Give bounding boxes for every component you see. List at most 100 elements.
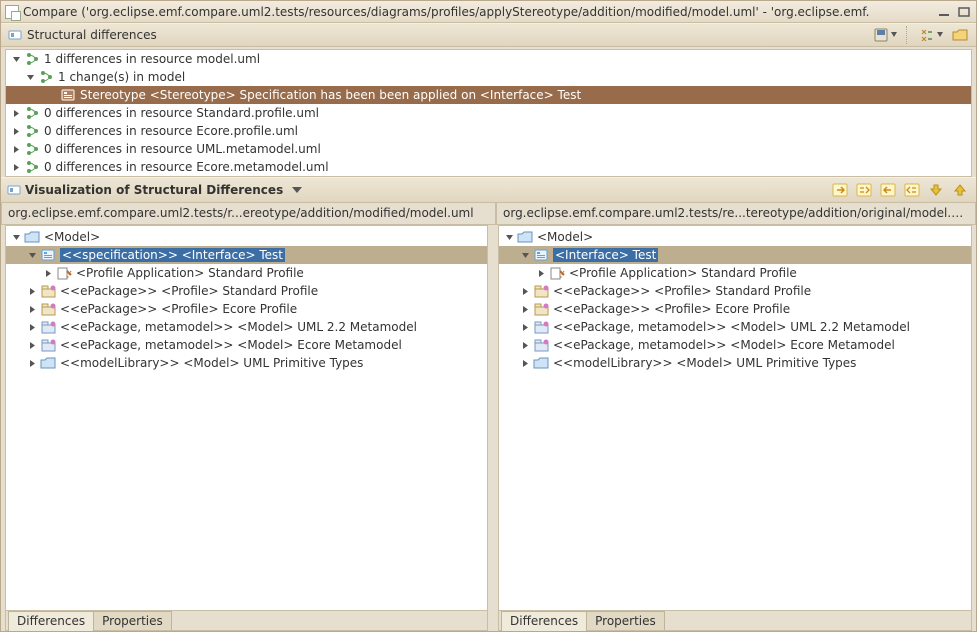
interface-icon <box>40 248 56 262</box>
model-tree-row[interactable]: <Model> <box>499 228 971 246</box>
diff-row[interactable]: 0 differences in resource UML.metamodel.… <box>6 140 971 158</box>
twisty-collapsed-icon[interactable] <box>10 143 22 155</box>
model-tree-row[interactable]: <<ePackage, metamodel>> <Model> UML 2.2 … <box>499 318 971 336</box>
twisty-expanded-icon[interactable] <box>24 71 36 83</box>
model-tree-row[interactable]: <<ePackage, metamodel>> <Model> Ecore Me… <box>6 336 487 354</box>
copy-right-to-left-button[interactable] <box>878 180 898 200</box>
model-tree-row[interactable]: <Model> <box>6 228 487 246</box>
maximize-button[interactable] <box>956 5 972 19</box>
tab-differences-right[interactable]: Differences <box>501 611 587 631</box>
copy-all-right-to-left-button[interactable] <box>902 180 922 200</box>
tree-row-text: <<ePackage>> <Profile> Ecore Profile <box>60 302 297 316</box>
left-compare-pane: <Model> <<specification>> <Interface> Tes… <box>5 225 488 631</box>
structural-diff-label: Structural differences <box>27 28 868 42</box>
diff-node-icon <box>24 52 40 66</box>
right-resource-path: org.eclipse.emf.compare.uml2.tests/re...… <box>496 203 976 225</box>
model-tree-row[interactable]: <<ePackage>> <Profile> Standard Profile <box>499 282 971 300</box>
model-tree-row[interactable]: <<modelLibrary>> <Model> UML Primitive T… <box>6 354 487 372</box>
twisty-collapsed-icon[interactable] <box>10 125 22 137</box>
twisty-collapsed-icon[interactable] <box>26 357 38 369</box>
differences-tree[interactable]: 1 differences in resource model.uml 1 cha… <box>5 49 972 177</box>
twisty-collapsed-icon[interactable] <box>519 285 531 297</box>
visualization-header: Visualization of Structural Differences <box>1 177 976 203</box>
diff-row-text: 1 change(s) in model <box>58 70 185 84</box>
profile-application-icon <box>549 266 565 280</box>
tree-row-text: <Interface> Test <box>553 248 658 262</box>
next-diff-button[interactable] <box>926 180 946 200</box>
model-tree-row[interactable]: <<ePackage>> <Profile> Standard Profile <box>6 282 487 300</box>
diff-row[interactable]: 1 differences in resource model.uml <box>6 50 971 68</box>
twisty-expanded-icon[interactable] <box>26 249 38 261</box>
twisty-expanded-icon[interactable] <box>519 249 531 261</box>
model-tree-row[interactable]: <<ePackage, metamodel>> <Model> Ecore Me… <box>499 336 971 354</box>
model-tree-row[interactable]: <<modelLibrary>> <Model> UML Primitive T… <box>499 354 971 372</box>
model-tree-row[interactable]: <<ePackage>> <Profile> Ecore Profile <box>499 300 971 318</box>
diff-node-icon <box>24 124 40 138</box>
save-dropdown-button[interactable] <box>872 26 900 44</box>
folder-icon <box>40 356 56 370</box>
diff-row[interactable]: 0 differences in resource Ecore.profile.… <box>6 122 971 140</box>
twisty-collapsed-icon[interactable] <box>10 107 22 119</box>
copy-all-left-to-right-button[interactable] <box>854 180 874 200</box>
prev-diff-button[interactable] <box>950 180 970 200</box>
right-model-tree[interactable]: <Model> <Interface> Test <Profile Applicat… <box>499 226 971 610</box>
diff-row[interactable]: 0 differences in resource Standard.profi… <box>6 104 971 122</box>
tree-row-text: <<ePackage>> <Profile> Ecore Profile <box>553 302 790 316</box>
minimize-button[interactable] <box>936 5 952 19</box>
twisty-collapsed-icon[interactable] <box>519 357 531 369</box>
structural-diff-icon <box>7 27 23 43</box>
model-icon <box>40 320 56 334</box>
package-icon <box>533 284 549 298</box>
diff-row-text: 0 differences in resource Ecore.metamode… <box>44 160 329 174</box>
package-icon <box>40 302 56 316</box>
twisty-expanded-icon[interactable] <box>503 231 515 243</box>
left-model-tree[interactable]: <Model> <<specification>> <Interface> Tes… <box>6 226 487 610</box>
twisty-collapsed-icon[interactable] <box>535 267 547 279</box>
diff-row-text: 0 differences in resource UML.metamodel.… <box>44 142 321 156</box>
tab-properties-left[interactable]: Properties <box>93 611 172 630</box>
twisty-expanded-icon[interactable] <box>10 53 22 65</box>
twisty-collapsed-icon[interactable] <box>519 303 531 315</box>
model-icon <box>533 320 549 334</box>
twisty-collapsed-icon[interactable] <box>519 321 531 333</box>
diff-row-text: 0 differences in resource Standard.profi… <box>44 106 319 120</box>
model-tree-row[interactable]: <Profile Application> Standard Profile <box>499 264 971 282</box>
structural-differences-header: Structural differences <box>1 23 976 47</box>
copy-left-to-right-button[interactable] <box>830 180 850 200</box>
interface-icon <box>533 248 549 262</box>
package-icon <box>533 302 549 316</box>
tree-row-text: <Model> <box>44 230 100 244</box>
diff-row-selected[interactable]: Stereotype <Stereotype> Specification ha… <box>6 86 971 104</box>
twisty-expanded-icon[interactable] <box>10 231 22 243</box>
model-tree-row[interactable]: <<ePackage>> <Profile> Ecore Profile <box>6 300 487 318</box>
package-icon <box>40 284 56 298</box>
model-tree-row[interactable]: <Profile Application> Standard Profile <box>6 264 487 282</box>
tab-differences-left[interactable]: Differences <box>8 611 94 631</box>
twisty-collapsed-icon[interactable] <box>26 321 38 333</box>
window-title: Compare ('org.eclipse.emf.compare.uml2.t… <box>23 5 932 19</box>
tree-row-text: <<ePackage>> <Profile> Standard Profile <box>553 284 811 298</box>
twisty-collapsed-icon[interactable] <box>26 285 38 297</box>
window-titlebar: Compare ('org.eclipse.emf.compare.uml2.t… <box>1 1 976 23</box>
diff-row[interactable]: 1 change(s) in model <box>6 68 971 86</box>
twisty-collapsed-icon[interactable] <box>26 339 38 351</box>
tree-row-text: <Profile Application> Standard Profile <box>76 266 304 280</box>
tree-row-text: <<ePackage, metamodel>> <Model> Ecore Me… <box>60 338 402 352</box>
view-menu-dropdown[interactable] <box>291 184 303 196</box>
twisty-collapsed-icon[interactable] <box>519 339 531 351</box>
diff-row[interactable]: 0 differences in resource Ecore.metamode… <box>6 158 971 176</box>
twisty-collapsed-icon[interactable] <box>26 303 38 315</box>
twisty-collapsed-icon[interactable] <box>42 267 54 279</box>
folder-button[interactable] <box>950 26 970 44</box>
model-tree-row[interactable]: <Interface> Test <box>499 246 971 264</box>
right-compare-pane: <Model> <Interface> Test <Profile Applicat… <box>498 225 972 631</box>
diff-row-text: 1 differences in resource model.uml <box>44 52 260 66</box>
model-tree-row[interactable]: <<specification>> <Interface> Test <box>6 246 487 264</box>
tree-row-text: <<ePackage>> <Profile> Standard Profile <box>60 284 318 298</box>
twisty-collapsed-icon[interactable] <box>10 161 22 173</box>
model-tree-row[interactable]: <<ePackage, metamodel>> <Model> UML 2.2 … <box>6 318 487 336</box>
filter-dropdown-button[interactable] <box>918 26 946 44</box>
tree-row-text: <<modelLibrary>> <Model> UML Primitive T… <box>60 356 363 370</box>
tab-properties-right[interactable]: Properties <box>586 611 665 630</box>
tree-row-text: <<modelLibrary>> <Model> UML Primitive T… <box>553 356 856 370</box>
